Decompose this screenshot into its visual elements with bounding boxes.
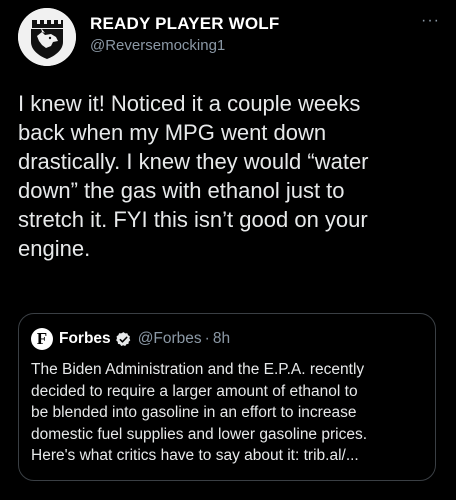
separator-dot: ·	[204, 330, 210, 347]
quoted-timestamp[interactable]: 8h	[213, 329, 230, 349]
verified-badge-icon	[115, 331, 130, 346]
quoted-handle[interactable]: @Forbes	[138, 329, 202, 349]
quoted-tweet-header: F Forbes @Forbes · 8h	[31, 328, 230, 350]
quoted-display-name[interactable]: Forbes	[59, 329, 111, 349]
user-handle[interactable]: @Reversemocking1	[90, 36, 279, 56]
more-options-icon[interactable]: ···	[421, 12, 440, 30]
forbes-logo-icon: F	[31, 328, 53, 350]
tweet-text: I knew it! Noticed it a couple weeks bac…	[18, 91, 369, 261]
avatar[interactable]	[18, 8, 76, 66]
display-name[interactable]: READY PLAYER WOLF	[90, 14, 279, 34]
wolf-crest-icon	[18, 8, 76, 66]
quoted-tweet-card[interactable]: F Forbes @Forbes · 8h The Biden Administ…	[18, 313, 436, 481]
author-names: READY PLAYER WOLF @Reversemocking1	[90, 14, 279, 56]
quoted-tweet-text: The Biden Administration and the E.P.A. …	[31, 361, 368, 464]
tweet-header: READY PLAYER WOLF @Reversemocking1 ···	[18, 6, 440, 68]
